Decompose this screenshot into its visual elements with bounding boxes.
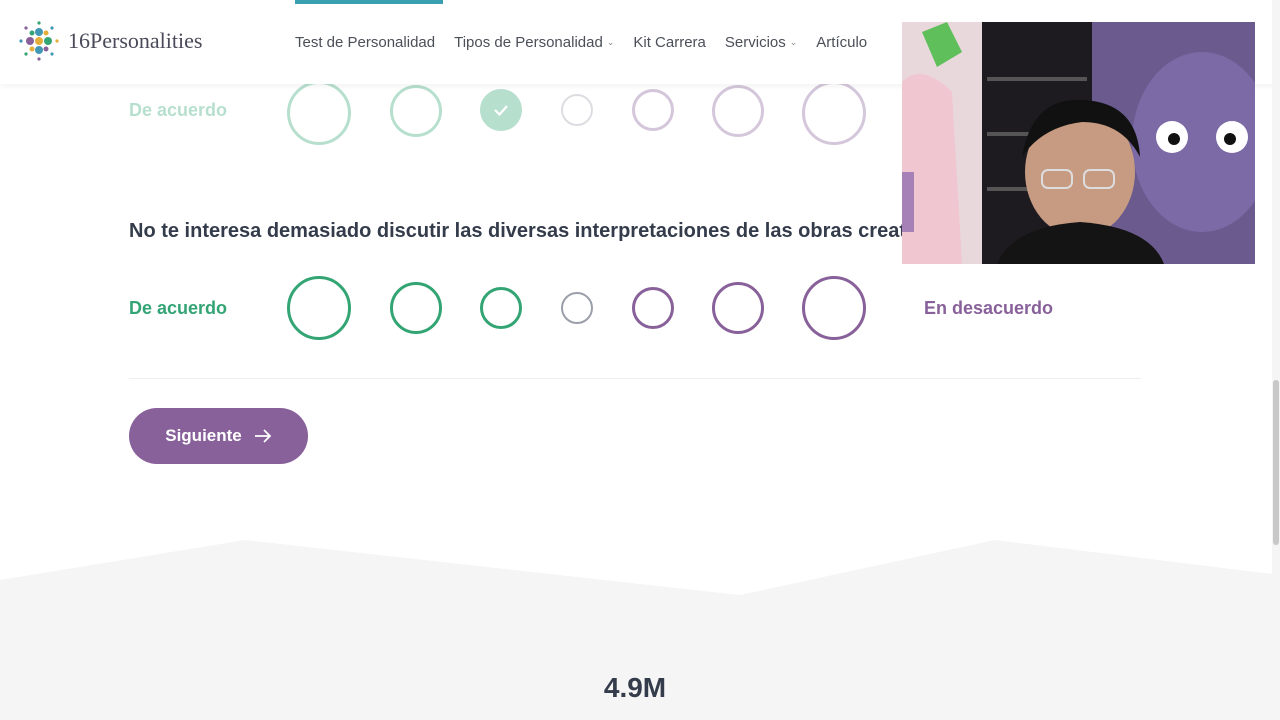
- previous-agree-label: De acuerdo: [129, 100, 228, 120]
- next-button-label: Siguiente: [165, 426, 242, 445]
- next-button[interactable]: Siguiente: [129, 408, 308, 464]
- option-agree[interactable]: [390, 282, 442, 334]
- previous-option-7[interactable]: [802, 81, 866, 145]
- nav-test[interactable]: Test de Personalidad: [295, 34, 435, 51]
- nav-types-label: Tipos de Personalidad: [454, 33, 603, 51]
- logo-text: 16Personalities: [68, 28, 203, 53]
- scrollbar-thumb[interactable]: [1273, 380, 1279, 545]
- nav-articles-label: Artículo: [816, 33, 868, 51]
- disagree-label: En desacuerdo: [924, 298, 1054, 318]
- scrollbar[interactable]: [1272, 0, 1280, 720]
- nav-career-kit-label: Kit Carrera: [633, 33, 706, 51]
- option-slightly-agree[interactable]: [480, 287, 522, 329]
- question-text: No te interesa demasiado discutir las di…: [129, 220, 951, 242]
- main-nav: Test de Personalidad Tipos de Personalid…: [295, 0, 867, 84]
- arrow-right-icon: [254, 429, 272, 443]
- previous-option-6[interactable]: [712, 85, 764, 137]
- stat-value: 4.9M: [603, 672, 667, 703]
- logo[interactable]: 16Personalities: [18, 20, 202, 62]
- logo-icon: [19, 21, 59, 61]
- option-neutral[interactable]: [561, 292, 593, 324]
- previous-option-3-selected[interactable]: [480, 89, 522, 131]
- agree-label: De acuerdo: [129, 298, 228, 318]
- nav-types[interactable]: Tipos de Personalidad ⌄: [454, 34, 614, 51]
- divider: [129, 378, 1141, 379]
- nav-test-label: Test de Personalidad: [295, 33, 436, 51]
- check-icon: [494, 105, 508, 117]
- nav-services-label: Servicios: [724, 33, 786, 51]
- previous-option-1[interactable]: [287, 81, 351, 145]
- webcam-overlay: [902, 22, 1255, 264]
- webcam-image: [902, 22, 1255, 264]
- nav-services[interactable]: Servicios ⌄: [725, 34, 797, 51]
- chevron-down-icon: ⌄: [789, 36, 798, 47]
- nav-career-kit[interactable]: Kit Carrera: [633, 34, 706, 51]
- nav-articles[interactable]: Artículo: [816, 34, 867, 51]
- option-disagree[interactable]: [712, 282, 764, 334]
- option-slightly-disagree[interactable]: [632, 287, 674, 329]
- current-question-row: De acuerdo En desacuerdo: [0, 276, 1280, 342]
- option-strongly-disagree[interactable]: [802, 276, 866, 340]
- option-strongly-agree[interactable]: [287, 276, 351, 340]
- previous-option-5[interactable]: [632, 89, 674, 131]
- chevron-down-icon: ⌄: [606, 36, 615, 47]
- previous-option-4[interactable]: [561, 94, 593, 126]
- previous-option-2[interactable]: [390, 85, 442, 137]
